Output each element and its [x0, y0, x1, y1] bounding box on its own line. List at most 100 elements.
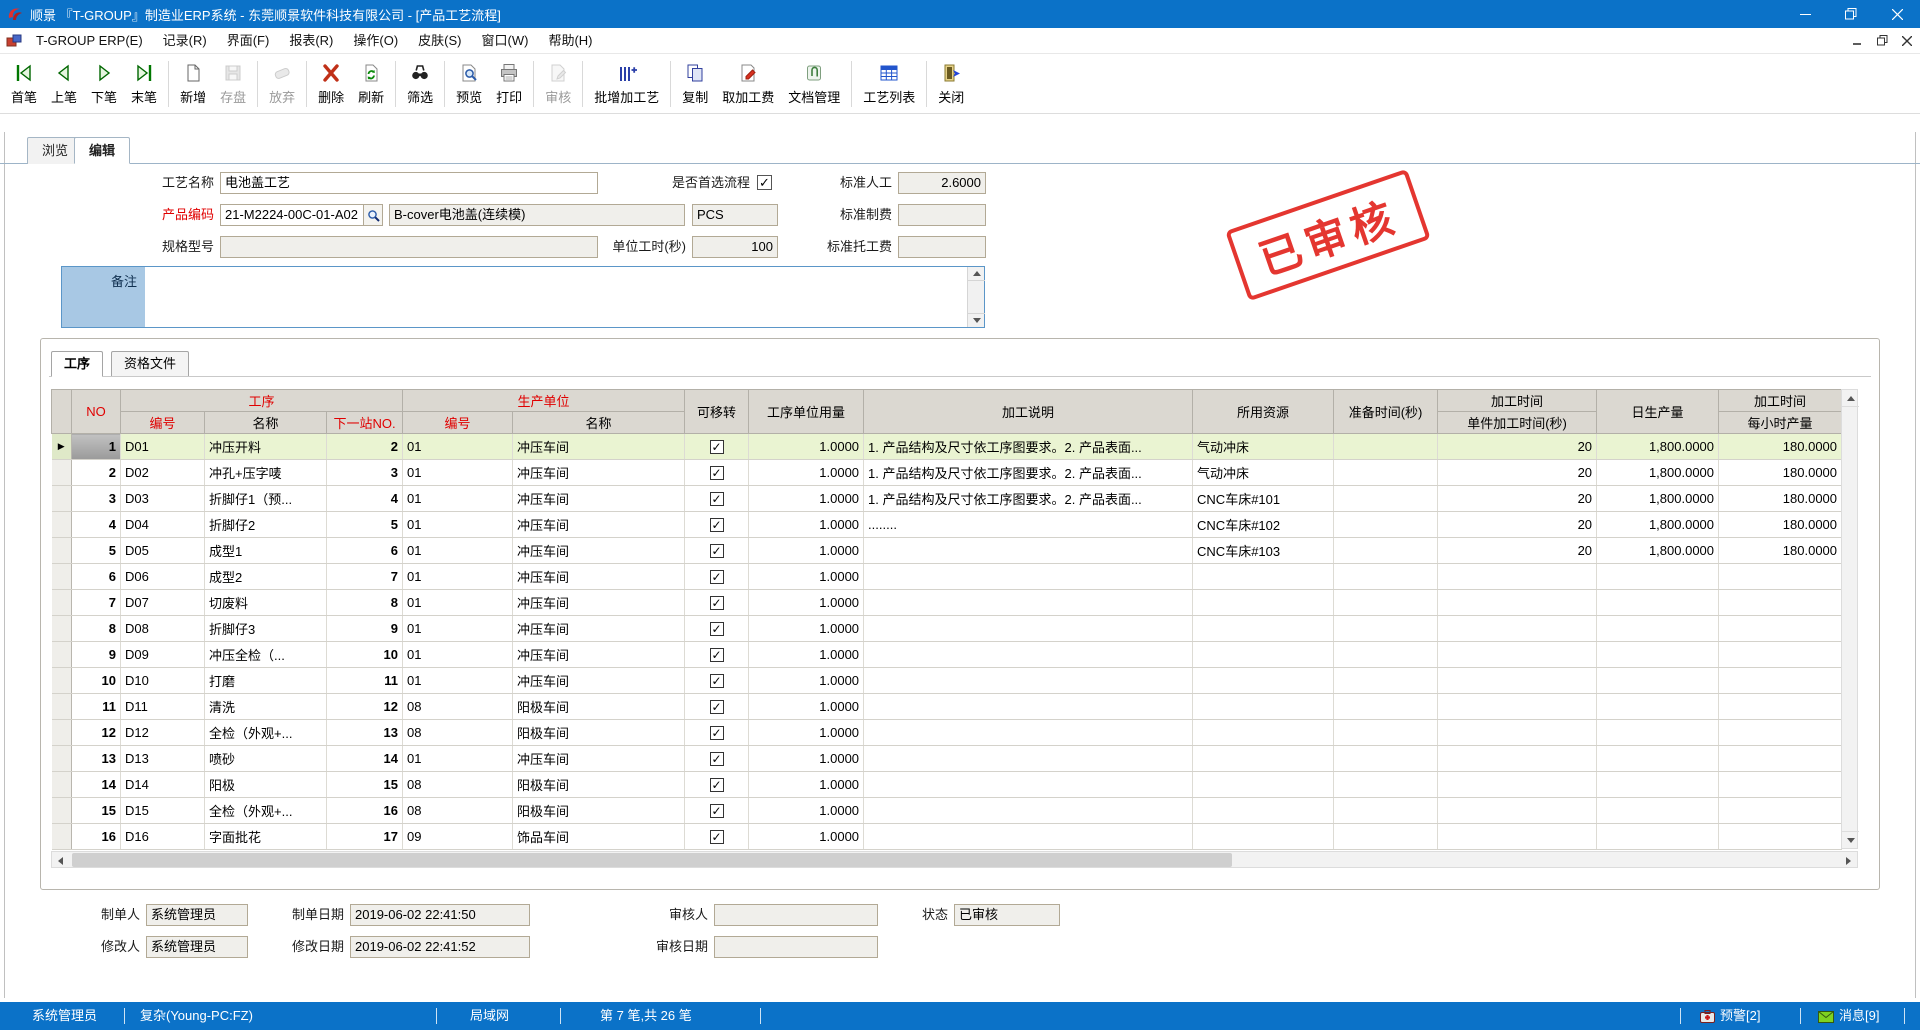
- movable-checkbox[interactable]: ✓: [710, 518, 724, 532]
- col-resource[interactable]: 所用资源: [1193, 390, 1334, 434]
- cell-unit-proc-time[interactable]: [1438, 642, 1597, 668]
- cell-unit-proc-time[interactable]: 20: [1438, 460, 1597, 486]
- cell-unit-code[interactable]: 01: [403, 512, 513, 538]
- tab-qualification-files[interactable]: 资格文件: [111, 351, 189, 377]
- col-usage[interactable]: 工序单位用量: [749, 390, 864, 434]
- cell-desc[interactable]: [864, 694, 1193, 720]
- cell-movable[interactable]: ✓: [685, 564, 749, 590]
- cell-usage[interactable]: 1.0000: [749, 642, 864, 668]
- cell-resource[interactable]: [1193, 824, 1334, 850]
- cell-desc[interactable]: [864, 564, 1193, 590]
- cell-unit-code[interactable]: 08: [403, 720, 513, 746]
- cell-hourly-output[interactable]: [1719, 668, 1842, 694]
- cell-process-code[interactable]: D07: [121, 590, 205, 616]
- cell-unit-name[interactable]: 阳极车间: [513, 720, 685, 746]
- cell-unit-code[interactable]: 01: [403, 668, 513, 694]
- cell-resource[interactable]: [1193, 668, 1334, 694]
- new-button[interactable]: 新增: [173, 60, 213, 108]
- table-row[interactable]: 8 D08 折脚仔3 9 01 冲压车间 ✓ 1.0000: [52, 616, 1842, 642]
- cell-process-code[interactable]: D09: [121, 642, 205, 668]
- movable-checkbox[interactable]: ✓: [710, 674, 724, 688]
- product-code-input[interactable]: 21-M2224-00C-01-A02: [220, 204, 364, 226]
- cell-hourly-output[interactable]: 180.0000: [1719, 538, 1842, 564]
- cell-desc[interactable]: [864, 824, 1193, 850]
- col-prep-time[interactable]: 准备时间(秒): [1334, 390, 1438, 434]
- cell-process-name[interactable]: 字面批花: [205, 824, 327, 850]
- cell-unit-name[interactable]: 冲压车间: [513, 590, 685, 616]
- cell-resource[interactable]: [1193, 642, 1334, 668]
- cell-movable[interactable]: ✓: [685, 616, 749, 642]
- minimize-button[interactable]: [1782, 0, 1828, 28]
- movable-checkbox[interactable]: ✓: [710, 544, 724, 558]
- menu-report[interactable]: 报表(R): [279, 30, 343, 52]
- cell-process-code[interactable]: D10: [121, 668, 205, 694]
- cell-daily-output[interactable]: 1,800.0000: [1597, 512, 1719, 538]
- cell-prep-time[interactable]: [1334, 772, 1438, 798]
- movable-checkbox[interactable]: ✓: [710, 622, 724, 636]
- cell-desc[interactable]: [864, 772, 1193, 798]
- cell-daily-output[interactable]: [1597, 694, 1719, 720]
- table-row[interactable]: 10 D10 打磨 11 01 冲压车间 ✓ 1.0000: [52, 668, 1842, 694]
- cell-daily-output[interactable]: [1597, 746, 1719, 772]
- cell-unit-proc-time[interactable]: [1438, 590, 1597, 616]
- cell-unit-proc-time[interactable]: 20: [1438, 434, 1597, 460]
- col-unit-name[interactable]: 名称: [513, 412, 685, 434]
- cell-hourly-output[interactable]: [1719, 824, 1842, 850]
- cell-unit-code[interactable]: 09: [403, 824, 513, 850]
- cell-process-code[interactable]: D14: [121, 772, 205, 798]
- cell-movable[interactable]: ✓: [685, 538, 749, 564]
- cell-next-no[interactable]: 10: [327, 642, 403, 668]
- cell-resource[interactable]: 气动冲床: [1193, 460, 1334, 486]
- cell-prep-time[interactable]: [1334, 642, 1438, 668]
- cell-daily-output[interactable]: 1,800.0000: [1597, 486, 1719, 512]
- cell-resource[interactable]: [1193, 616, 1334, 642]
- grid-vertical-scrollbar[interactable]: [1841, 389, 1858, 849]
- cell-usage[interactable]: 1.0000: [749, 434, 864, 460]
- cell-unit-code[interactable]: 08: [403, 798, 513, 824]
- cell-prep-time[interactable]: [1334, 616, 1438, 642]
- colgroup-proc-time-b[interactable]: 加工时间: [1719, 390, 1842, 412]
- cell-prep-time[interactable]: [1334, 824, 1438, 850]
- cell-process-name[interactable]: 折脚仔3: [205, 616, 327, 642]
- hscroll-thumb[interactable]: [72, 853, 1232, 867]
- cell-prep-time[interactable]: [1334, 486, 1438, 512]
- cell-prep-time[interactable]: [1334, 590, 1438, 616]
- cell-daily-output[interactable]: 1,800.0000: [1597, 460, 1719, 486]
- cell-hourly-output[interactable]: [1719, 694, 1842, 720]
- cell-unit-code[interactable]: 01: [403, 486, 513, 512]
- cell-hourly-output[interactable]: [1719, 642, 1842, 668]
- cell-prep-time[interactable]: [1334, 668, 1438, 694]
- cell-process-code[interactable]: D11: [121, 694, 205, 720]
- col-hourly-output[interactable]: 每小时产量: [1719, 412, 1842, 434]
- cell-unit-code[interactable]: 08: [403, 694, 513, 720]
- cell-desc[interactable]: [864, 538, 1193, 564]
- cell-unit-proc-time[interactable]: [1438, 720, 1597, 746]
- document-manage-button[interactable]: 文档管理: [781, 60, 847, 108]
- cell-process-code[interactable]: D02: [121, 460, 205, 486]
- cell-unit-name[interactable]: 阳极车间: [513, 798, 685, 824]
- restore-button[interactable]: [1828, 0, 1874, 28]
- cell-process-code[interactable]: D08: [121, 616, 205, 642]
- tab-edit[interactable]: 编辑: [74, 137, 130, 164]
- table-row[interactable]: 16 D16 字面批花 17 09 饰品车间 ✓ 1.0000: [52, 824, 1842, 850]
- cell-next-no[interactable]: 16: [327, 798, 403, 824]
- cell-prep-time[interactable]: [1334, 434, 1438, 460]
- cell-prep-time[interactable]: [1334, 798, 1438, 824]
- cell-unit-name[interactable]: 冲压车间: [513, 616, 685, 642]
- cell-hourly-output[interactable]: [1719, 720, 1842, 746]
- cell-hourly-output[interactable]: [1719, 772, 1842, 798]
- movable-checkbox[interactable]: ✓: [710, 752, 724, 766]
- cell-unit-proc-time[interactable]: 20: [1438, 538, 1597, 564]
- cell-no[interactable]: 7: [72, 590, 121, 616]
- cell-daily-output[interactable]: [1597, 720, 1719, 746]
- cell-next-no[interactable]: 6: [327, 538, 403, 564]
- col-unit-proc-time[interactable]: 单件加工时间(秒): [1438, 412, 1597, 434]
- cell-daily-output[interactable]: 1,800.0000: [1597, 434, 1719, 460]
- grid-horizontal-scrollbar[interactable]: [51, 851, 1858, 868]
- cell-resource[interactable]: 气动冲床: [1193, 434, 1334, 460]
- cell-process-name[interactable]: 阳极: [205, 772, 327, 798]
- cell-movable[interactable]: ✓: [685, 798, 749, 824]
- cell-next-no[interactable]: 5: [327, 512, 403, 538]
- menu-record[interactable]: 记录(R): [153, 30, 217, 52]
- table-row[interactable]: 4 D04 折脚仔2 5 01 冲压车间 ✓ 1.0000 ........ C…: [52, 512, 1842, 538]
